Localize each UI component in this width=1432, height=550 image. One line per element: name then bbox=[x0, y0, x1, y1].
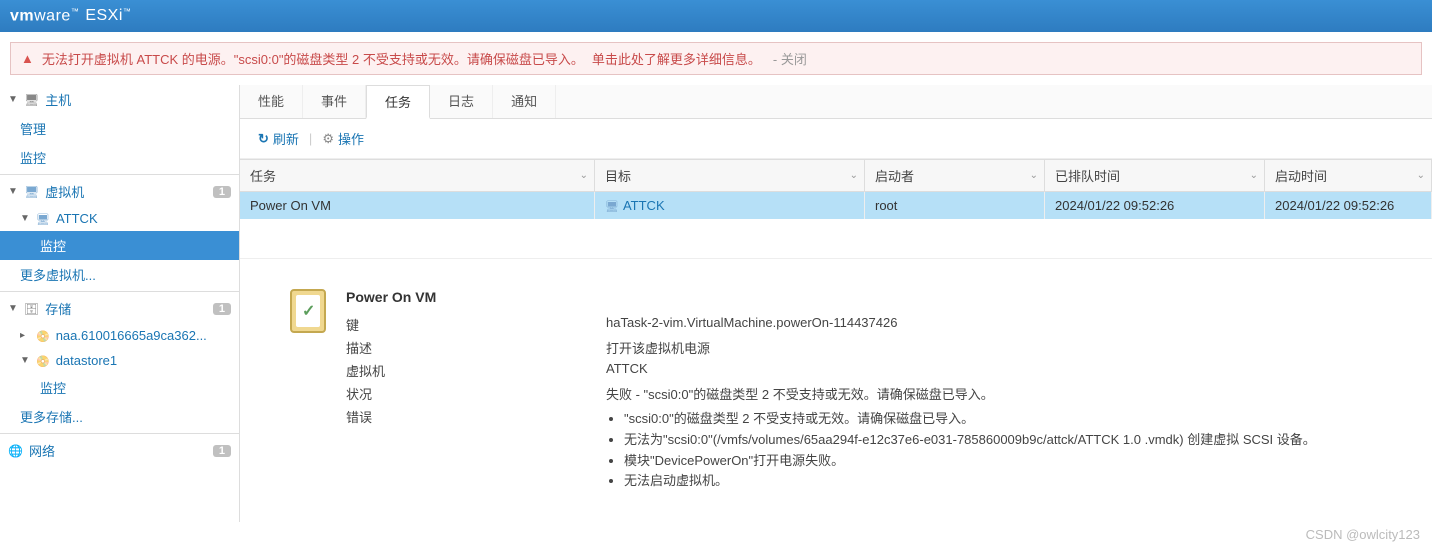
label-errors: 错误 bbox=[346, 407, 606, 492]
col-queued[interactable]: 已排队时间 bbox=[1045, 160, 1265, 191]
value-desc: 打开该虚拟机电源 bbox=[606, 338, 1382, 357]
vm-item-icon bbox=[36, 211, 50, 226]
nav-host-manage[interactable]: 管理 bbox=[0, 114, 239, 143]
nav-storage-monitor[interactable]: 监控 bbox=[0, 373, 239, 402]
nav-vm-monitor[interactable]: 监控 bbox=[0, 231, 239, 260]
disk-icon bbox=[36, 328, 50, 343]
tab-logs[interactable]: 日志 bbox=[430, 85, 493, 118]
nav-storage[interactable]: ▼存储1 bbox=[0, 294, 239, 323]
nav-vm[interactable]: ▼虚拟机1 bbox=[0, 177, 239, 206]
col-task[interactable]: 任务 bbox=[240, 160, 595, 191]
refresh-icon: ↻ bbox=[258, 131, 269, 147]
detail-title: Power On VM bbox=[346, 289, 1382, 305]
toolbar: ↻刷新 | ⚙操作 bbox=[240, 119, 1432, 159]
value-vm[interactable]: ATTCK bbox=[606, 361, 1382, 380]
label-vm: 虚拟机 bbox=[346, 361, 606, 380]
vm-icon bbox=[605, 198, 619, 213]
tab-notifications[interactable]: 通知 bbox=[493, 85, 556, 118]
cell-task: Power On VM bbox=[240, 192, 595, 219]
error-item: 模块"DevicePowerOn"打开电源失败。 bbox=[624, 451, 1382, 472]
nav-ds1[interactable]: ▸naa.610016665a9ca362... bbox=[0, 323, 239, 348]
nav-storage-more[interactable]: 更多存储... bbox=[0, 402, 239, 431]
storage-icon bbox=[24, 301, 39, 316]
nav-host-monitor[interactable]: 监控 bbox=[0, 143, 239, 172]
tab-events[interactable]: 事件 bbox=[303, 85, 366, 118]
datastore-icon bbox=[36, 353, 50, 368]
alert-close[interactable]: - 关闭 bbox=[773, 49, 807, 68]
error-item: 无法启动虚拟机。 bbox=[624, 471, 1382, 492]
refresh-button[interactable]: ↻刷新 bbox=[254, 127, 303, 150]
label-desc: 描述 bbox=[346, 338, 606, 357]
grid-header: 任务 目标 启动者 已排队时间 启动时间 bbox=[240, 159, 1432, 192]
vm-badge: 1 bbox=[213, 186, 231, 198]
error-item: 无法为"scsi0:0"(/vmfs/volumes/65aa294f-e12c… bbox=[624, 430, 1382, 451]
logo: vmware™ESXi™ bbox=[10, 7, 131, 25]
value-status: 失败 - "scsi0:0"的磁盘类型 2 不受支持或无效。请确保磁盘已导入。 bbox=[606, 384, 1382, 403]
alert-text: 无法打开虚拟机 ATTCK 的电源。"scsi0:0"的磁盘类型 2 不受支持或… bbox=[42, 49, 584, 68]
nav-network[interactable]: 网络1 bbox=[0, 436, 239, 465]
cell-start: 2024/01/22 09:52:26 bbox=[1265, 192, 1432, 219]
clipboard-icon bbox=[290, 289, 326, 333]
alert-banner: ▲ 无法打开虚拟机 ATTCK 的电源。"scsi0:0"的磁盘类型 2 不受支… bbox=[10, 42, 1422, 75]
table-row[interactable]: Power On VM ATTCK root 2024/01/22 09:52:… bbox=[240, 192, 1432, 219]
col-target[interactable]: 目标 bbox=[595, 160, 865, 191]
actions-button[interactable]: ⚙操作 bbox=[318, 127, 368, 150]
nav-host[interactable]: ▼主机 bbox=[0, 85, 239, 114]
value-errors: "scsi0:0"的磁盘类型 2 不受支持或无效。请确保磁盘已导入。 无法为"s… bbox=[606, 407, 1382, 492]
network-badge: 1 bbox=[213, 445, 231, 457]
col-start[interactable]: 启动时间 bbox=[1265, 160, 1432, 191]
cell-queued: 2024/01/22 09:52:26 bbox=[1045, 192, 1265, 219]
warning-icon: ▲ bbox=[21, 51, 34, 66]
tab-performance[interactable]: 性能 bbox=[240, 85, 303, 118]
col-initiator[interactable]: 启动者 bbox=[865, 160, 1045, 191]
nav-ds2[interactable]: ▼datastore1 bbox=[0, 348, 239, 373]
app-header: vmware™ESXi™ bbox=[0, 0, 1432, 32]
gear-icon: ⚙ bbox=[322, 131, 334, 147]
nav-vm-more[interactable]: 更多虚拟机... bbox=[0, 260, 239, 289]
task-detail: Power On VM 键 haTask-2-vim.VirtualMachin… bbox=[240, 259, 1432, 522]
watermark: CSDN @owlcity123 bbox=[1306, 527, 1420, 542]
tab-tasks[interactable]: 任务 bbox=[366, 85, 430, 119]
cell-initiator: root bbox=[865, 192, 1045, 219]
sidebar: ▼主机 管理 监控 ▼虚拟机1 ▼ATTCK 监控 更多虚拟机... ▼存储1 … bbox=[0, 85, 240, 522]
host-icon bbox=[24, 92, 39, 107]
nav-vm-attck[interactable]: ▼ATTCK bbox=[0, 206, 239, 231]
label-key: 键 bbox=[346, 315, 606, 334]
alert-more-link[interactable]: 单击此处了解更多详细信息。 bbox=[592, 49, 761, 68]
vm-icon bbox=[24, 184, 39, 199]
network-icon bbox=[8, 443, 23, 458]
tab-bar: 性能 事件 任务 日志 通知 bbox=[240, 85, 1432, 119]
cell-target: ATTCK bbox=[595, 192, 865, 219]
error-item: "scsi0:0"的磁盘类型 2 不受支持或无效。请确保磁盘已导入。 bbox=[624, 409, 1382, 430]
value-key: haTask-2-vim.VirtualMachine.powerOn-1144… bbox=[606, 315, 1382, 334]
main-content: 性能 事件 任务 日志 通知 ↻刷新 | ⚙操作 任务 目标 启动者 已排队时间… bbox=[240, 85, 1432, 522]
label-status: 状况 bbox=[346, 384, 606, 403]
storage-badge: 1 bbox=[213, 303, 231, 315]
